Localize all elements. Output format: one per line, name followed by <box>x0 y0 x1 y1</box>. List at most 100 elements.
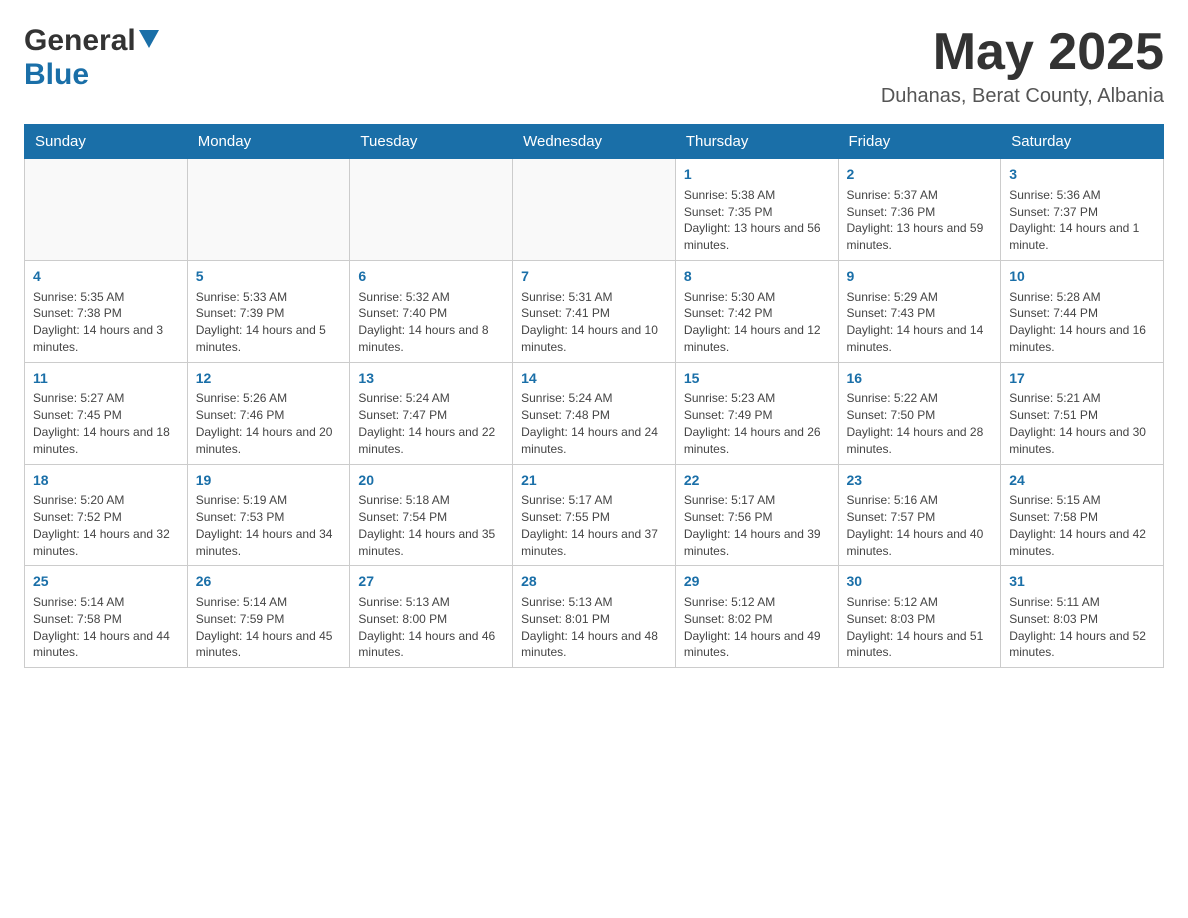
day-number: 11 <box>33 369 179 389</box>
day-number: 1 <box>684 165 830 185</box>
day-number: 29 <box>684 572 830 592</box>
weekday-header-sunday: Sunday <box>25 125 188 159</box>
calendar-cell: 11Sunrise: 5:27 AMSunset: 7:45 PMDayligh… <box>25 362 188 464</box>
day-number: 23 <box>847 471 993 491</box>
day-number: 12 <box>196 369 342 389</box>
day-info: Sunrise: 5:13 AMSunset: 8:00 PMDaylight:… <box>358 594 504 661</box>
calendar-cell: 17Sunrise: 5:21 AMSunset: 7:51 PMDayligh… <box>1001 362 1164 464</box>
calendar-cell: 9Sunrise: 5:29 AMSunset: 7:43 PMDaylight… <box>838 260 1001 362</box>
calendar-cell <box>350 159 513 261</box>
calendar-cell: 15Sunrise: 5:23 AMSunset: 7:49 PMDayligh… <box>675 362 838 464</box>
day-number: 21 <box>521 471 667 491</box>
location-subtitle: Duhanas, Berat County, Albania <box>881 85 1164 108</box>
day-info: Sunrise: 5:20 AMSunset: 7:52 PMDaylight:… <box>33 492 179 559</box>
title-block: May 2025 Duhanas, Berat County, Albania <box>881 24 1164 108</box>
calendar-cell: 18Sunrise: 5:20 AMSunset: 7:52 PMDayligh… <box>25 464 188 566</box>
calendar-cell: 24Sunrise: 5:15 AMSunset: 7:58 PMDayligh… <box>1001 464 1164 566</box>
day-number: 27 <box>358 572 504 592</box>
day-info: Sunrise: 5:15 AMSunset: 7:58 PMDaylight:… <box>1009 492 1155 559</box>
weekday-header-row: SundayMondayTuesdayWednesdayThursdayFrid… <box>25 125 1164 159</box>
week-row-4: 18Sunrise: 5:20 AMSunset: 7:52 PMDayligh… <box>25 464 1164 566</box>
day-number: 28 <box>521 572 667 592</box>
calendar-cell: 7Sunrise: 5:31 AMSunset: 7:41 PMDaylight… <box>513 260 676 362</box>
day-number: 7 <box>521 267 667 287</box>
day-info: Sunrise: 5:19 AMSunset: 7:53 PMDaylight:… <box>196 492 342 559</box>
week-row-3: 11Sunrise: 5:27 AMSunset: 7:45 PMDayligh… <box>25 362 1164 464</box>
calendar-cell: 8Sunrise: 5:30 AMSunset: 7:42 PMDaylight… <box>675 260 838 362</box>
day-info: Sunrise: 5:29 AMSunset: 7:43 PMDaylight:… <box>847 289 993 356</box>
day-info: Sunrise: 5:32 AMSunset: 7:40 PMDaylight:… <box>358 289 504 356</box>
day-info: Sunrise: 5:36 AMSunset: 7:37 PMDaylight:… <box>1009 187 1155 254</box>
day-info: Sunrise: 5:17 AMSunset: 7:55 PMDaylight:… <box>521 492 667 559</box>
day-info: Sunrise: 5:35 AMSunset: 7:38 PMDaylight:… <box>33 289 179 356</box>
day-info: Sunrise: 5:14 AMSunset: 7:59 PMDaylight:… <box>196 594 342 661</box>
day-info: Sunrise: 5:12 AMSunset: 8:02 PMDaylight:… <box>684 594 830 661</box>
logo: General Blue <box>24 24 159 92</box>
weekday-header-wednesday: Wednesday <box>513 125 676 159</box>
month-year-title: May 2025 <box>881 24 1164 81</box>
calendar-table: SundayMondayTuesdayWednesdayThursdayFrid… <box>24 124 1164 668</box>
calendar-cell: 19Sunrise: 5:19 AMSunset: 7:53 PMDayligh… <box>187 464 350 566</box>
day-number: 31 <box>1009 572 1155 592</box>
day-info: Sunrise: 5:37 AMSunset: 7:36 PMDaylight:… <box>847 187 993 254</box>
day-number: 13 <box>358 369 504 389</box>
day-number: 24 <box>1009 471 1155 491</box>
day-number: 17 <box>1009 369 1155 389</box>
week-row-1: 1Sunrise: 5:38 AMSunset: 7:35 PMDaylight… <box>25 159 1164 261</box>
calendar-cell: 4Sunrise: 5:35 AMSunset: 7:38 PMDaylight… <box>25 260 188 362</box>
calendar-cell: 5Sunrise: 5:33 AMSunset: 7:39 PMDaylight… <box>187 260 350 362</box>
day-number: 6 <box>358 267 504 287</box>
weekday-header-tuesday: Tuesday <box>350 125 513 159</box>
calendar-cell: 10Sunrise: 5:28 AMSunset: 7:44 PMDayligh… <box>1001 260 1164 362</box>
page-header: General Blue May 2025 Duhanas, Berat Cou… <box>24 24 1164 108</box>
day-number: 15 <box>684 369 830 389</box>
day-number: 4 <box>33 267 179 287</box>
day-number: 9 <box>847 267 993 287</box>
day-number: 14 <box>521 369 667 389</box>
day-number: 30 <box>847 572 993 592</box>
day-info: Sunrise: 5:12 AMSunset: 8:03 PMDaylight:… <box>847 594 993 661</box>
day-number: 3 <box>1009 165 1155 185</box>
day-info: Sunrise: 5:31 AMSunset: 7:41 PMDaylight:… <box>521 289 667 356</box>
calendar-cell: 26Sunrise: 5:14 AMSunset: 7:59 PMDayligh… <box>187 566 350 668</box>
day-info: Sunrise: 5:18 AMSunset: 7:54 PMDaylight:… <box>358 492 504 559</box>
calendar-cell: 3Sunrise: 5:36 AMSunset: 7:37 PMDaylight… <box>1001 159 1164 261</box>
day-number: 5 <box>196 267 342 287</box>
day-info: Sunrise: 5:33 AMSunset: 7:39 PMDaylight:… <box>196 289 342 356</box>
calendar-cell: 21Sunrise: 5:17 AMSunset: 7:55 PMDayligh… <box>513 464 676 566</box>
week-row-5: 25Sunrise: 5:14 AMSunset: 7:58 PMDayligh… <box>25 566 1164 668</box>
calendar-cell <box>187 159 350 261</box>
calendar-cell: 30Sunrise: 5:12 AMSunset: 8:03 PMDayligh… <box>838 566 1001 668</box>
day-number: 18 <box>33 471 179 491</box>
weekday-header-saturday: Saturday <box>1001 125 1164 159</box>
calendar-cell: 16Sunrise: 5:22 AMSunset: 7:50 PMDayligh… <box>838 362 1001 464</box>
day-number: 25 <box>33 572 179 592</box>
week-row-2: 4Sunrise: 5:35 AMSunset: 7:38 PMDaylight… <box>25 260 1164 362</box>
calendar-cell: 22Sunrise: 5:17 AMSunset: 7:56 PMDayligh… <box>675 464 838 566</box>
day-number: 10 <box>1009 267 1155 287</box>
day-info: Sunrise: 5:24 AMSunset: 7:48 PMDaylight:… <box>521 390 667 457</box>
weekday-header-thursday: Thursday <box>675 125 838 159</box>
calendar-cell: 25Sunrise: 5:14 AMSunset: 7:58 PMDayligh… <box>25 566 188 668</box>
calendar-cell: 27Sunrise: 5:13 AMSunset: 8:00 PMDayligh… <box>350 566 513 668</box>
day-number: 20 <box>358 471 504 491</box>
calendar-cell <box>25 159 188 261</box>
day-number: 26 <box>196 572 342 592</box>
day-number: 2 <box>847 165 993 185</box>
weekday-header-monday: Monday <box>187 125 350 159</box>
day-info: Sunrise: 5:21 AMSunset: 7:51 PMDaylight:… <box>1009 390 1155 457</box>
calendar-cell: 1Sunrise: 5:38 AMSunset: 7:35 PMDaylight… <box>675 159 838 261</box>
calendar-cell <box>513 159 676 261</box>
calendar-cell: 6Sunrise: 5:32 AMSunset: 7:40 PMDaylight… <box>350 260 513 362</box>
day-info: Sunrise: 5:23 AMSunset: 7:49 PMDaylight:… <box>684 390 830 457</box>
calendar-cell: 31Sunrise: 5:11 AMSunset: 8:03 PMDayligh… <box>1001 566 1164 668</box>
calendar-cell: 12Sunrise: 5:26 AMSunset: 7:46 PMDayligh… <box>187 362 350 464</box>
day-info: Sunrise: 5:17 AMSunset: 7:56 PMDaylight:… <box>684 492 830 559</box>
day-number: 19 <box>196 471 342 491</box>
day-info: Sunrise: 5:26 AMSunset: 7:46 PMDaylight:… <box>196 390 342 457</box>
logo-blue-text: Blue <box>24 58 89 92</box>
weekday-header-friday: Friday <box>838 125 1001 159</box>
calendar-cell: 23Sunrise: 5:16 AMSunset: 7:57 PMDayligh… <box>838 464 1001 566</box>
day-info: Sunrise: 5:14 AMSunset: 7:58 PMDaylight:… <box>33 594 179 661</box>
day-info: Sunrise: 5:24 AMSunset: 7:47 PMDaylight:… <box>358 390 504 457</box>
